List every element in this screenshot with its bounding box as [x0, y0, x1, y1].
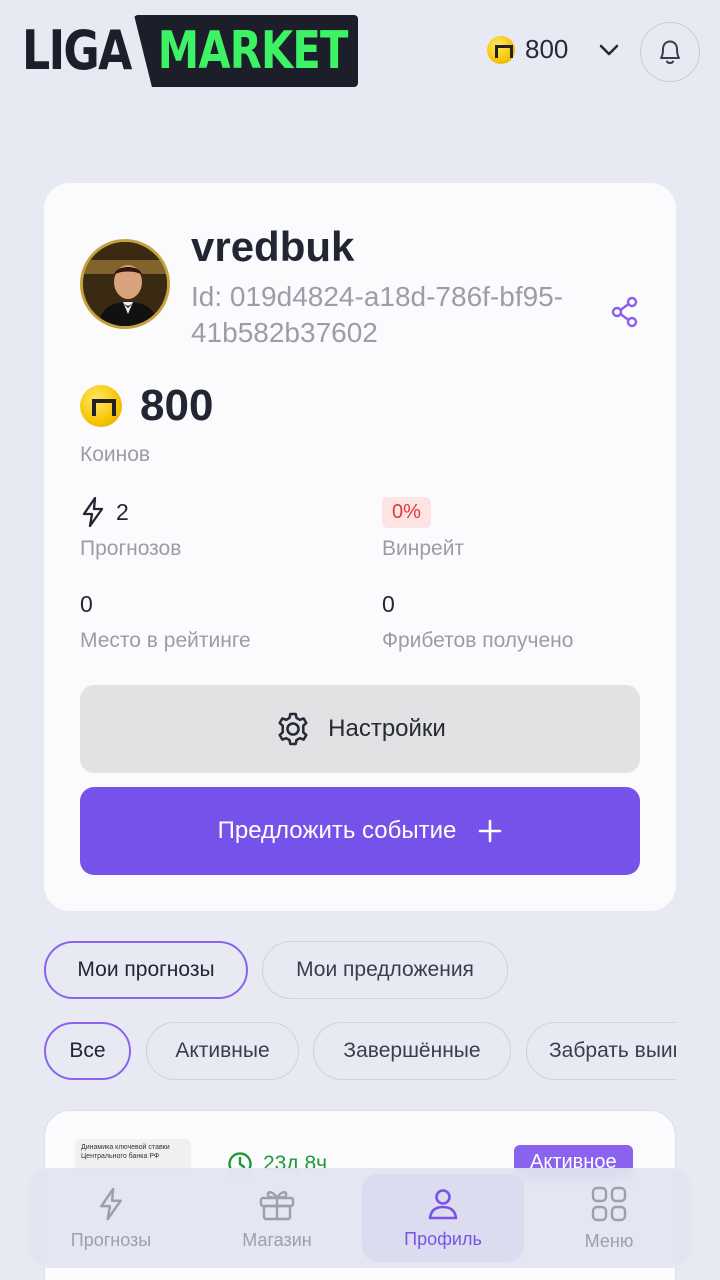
- avatar[interactable]: [80, 239, 170, 329]
- propose-label: Предложить событие: [217, 817, 457, 844]
- stat-freebets: 0 Фрибетов получено: [382, 587, 573, 653]
- coins-caption: Коинов: [80, 443, 151, 466]
- gear-icon: [278, 712, 308, 746]
- coins-value: 800: [140, 381, 214, 430]
- tab-my-predictions[interactable]: Мои прогнозы: [44, 941, 248, 999]
- liga-market-logo[interactable]: LIGA MARKET: [22, 14, 358, 88]
- tab-my-proposals[interactable]: Мои предложения: [262, 941, 508, 999]
- logo-market-plate: MARKET: [134, 15, 358, 87]
- chevron-down-icon: [600, 44, 619, 55]
- nav-menu-label: Меню: [584, 1230, 634, 1251]
- nav-shop[interactable]: Магазин: [196, 1174, 358, 1262]
- nav-profile[interactable]: Профиль: [362, 1174, 524, 1262]
- settings-label: Настройки: [328, 715, 446, 742]
- nav-predictions[interactable]: Прогнозы: [30, 1174, 192, 1262]
- profile-card: vredbuk Id: 019d4824-a18d-786f-bf95-41b5…: [44, 183, 676, 911]
- coin-icon: [487, 35, 515, 64]
- grid-menu-icon: [591, 1186, 627, 1221]
- rank-caption: Место в рейтинге: [80, 629, 251, 652]
- share-button[interactable]: [610, 296, 640, 333]
- predictions-count: 2: [116, 498, 129, 525]
- filter-finished[interactable]: Завершённые: [313, 1022, 511, 1080]
- balance-dropdown[interactable]: 800: [487, 34, 620, 65]
- filter-claim[interactable]: Забрать выигрыш: [526, 1022, 676, 1080]
- stat-predictions: 2 Прогнозов: [80, 495, 181, 561]
- username: vredbuk: [191, 223, 355, 270]
- winrate-badge: 0%: [382, 496, 431, 528]
- freebets-caption: Фрибетов получено: [382, 629, 574, 652]
- propose-event-button[interactable]: Предложить событие: [80, 787, 640, 875]
- stat-winrate: 0% Винрейт: [382, 495, 464, 561]
- bottom-navigation: Прогнозы Магазин Профиль Меню: [28, 1168, 692, 1268]
- balance-amount: 800: [525, 34, 569, 64]
- winrate-caption: Винрейт: [382, 537, 465, 560]
- filter-active[interactable]: Активные: [146, 1022, 299, 1080]
- nav-shop-label: Магазин: [242, 1229, 312, 1250]
- nav-predictions-label: Прогнозы: [70, 1229, 152, 1250]
- stat-rank: 0 Место в рейтинге: [80, 587, 251, 653]
- nav-menu[interactable]: Меню: [528, 1174, 690, 1262]
- avatar-image: [83, 242, 167, 326]
- notifications-button[interactable]: [640, 22, 700, 82]
- predictions-caption: Прогнозов: [80, 537, 182, 560]
- logo-market-text: MARKET: [158, 21, 349, 81]
- coins-row: 800: [80, 381, 213, 431]
- user-icon: [428, 1188, 458, 1219]
- settings-button[interactable]: Настройки: [80, 685, 640, 773]
- lightning-icon: [82, 496, 104, 528]
- nav-profile-label: Профиль: [404, 1228, 482, 1249]
- user-id: Id: 019d4824-a18d-786f-bf95-41b582b37602: [191, 281, 564, 348]
- lightning-icon: [100, 1187, 122, 1220]
- coin-icon: [80, 385, 122, 427]
- logo-liga-text: LIGA: [22, 19, 132, 82]
- filter-chips-scroller[interactable]: Все Активные Завершённые Забрать выигрыш: [0, 1020, 676, 1082]
- filter-all[interactable]: Все: [44, 1022, 131, 1080]
- rank-value: 0: [80, 590, 93, 617]
- bell-icon: [660, 40, 680, 64]
- plus-icon: [479, 819, 502, 843]
- freebets-value: 0: [382, 590, 395, 617]
- app-header: LIGA MARKET 800: [0, 0, 720, 110]
- share-icon: [611, 296, 638, 328]
- gift-icon: [259, 1190, 295, 1220]
